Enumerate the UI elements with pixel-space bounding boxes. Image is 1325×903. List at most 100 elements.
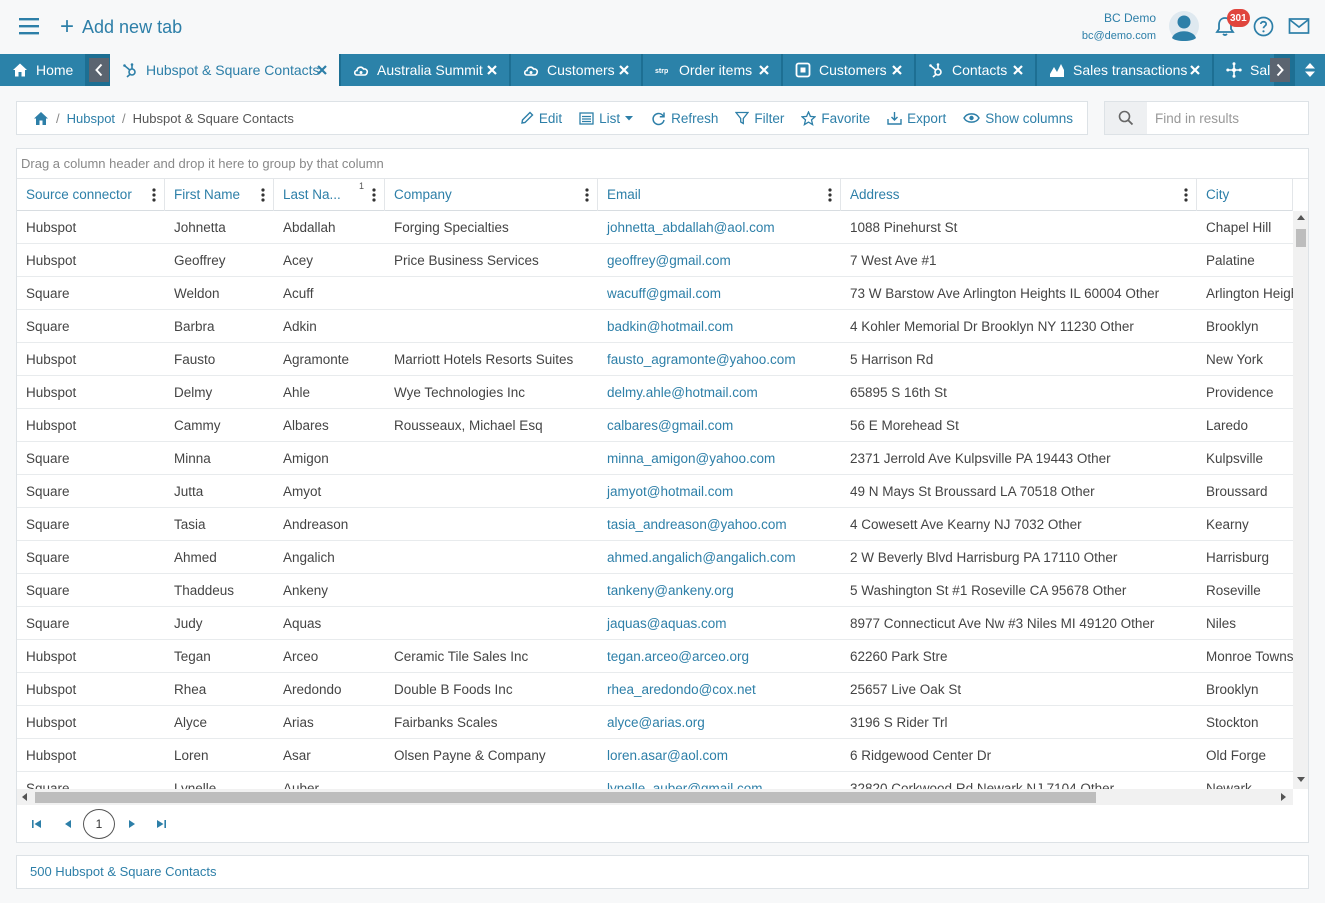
email-link[interactable]: wacuff@gmail.com (598, 277, 841, 310)
list-dropdown-button[interactable]: List (579, 111, 634, 126)
close-icon[interactable] (315, 63, 329, 77)
email-link[interactable]: tegan.arceo@arceo.org (598, 640, 841, 673)
email-link[interactable]: calbares@gmail.com (598, 409, 841, 442)
export-button[interactable]: Export (887, 111, 946, 126)
next-page-icon[interactable] (126, 819, 138, 829)
tab-scroll-right-button[interactable] (1270, 58, 1290, 82)
column-header[interactable]: Company (385, 179, 598, 211)
show-columns-button[interactable]: Show columns (963, 111, 1073, 126)
table-row[interactable]: Hubspot Johnetta Abdallah Forging Specialti… (17, 211, 1293, 244)
column-menu-icon[interactable] (261, 188, 265, 202)
home-icon[interactable] (33, 111, 49, 126)
tab-home[interactable]: Home (0, 54, 85, 86)
mail-icon[interactable] (1288, 17, 1310, 35)
table-row[interactable]: Square Thaddeus Ankeny tankeny@ankeny.org 5 … (17, 574, 1293, 607)
email-link[interactable]: alyce@arias.org (598, 706, 841, 739)
email-link[interactable]: lynelle_auber@gmail.com (598, 772, 841, 789)
scroll-up-arrow-icon[interactable] (1297, 215, 1305, 220)
vertical-scrollbar[interactable] (1293, 211, 1308, 789)
column-menu-icon[interactable] (585, 188, 589, 202)
favorite-button[interactable]: Favorite (801, 110, 870, 126)
tab-customers[interactable]: Customers (511, 54, 641, 86)
email-link[interactable]: fausto_agramonte@yahoo.com (598, 343, 841, 376)
table-row[interactable]: Square Jutta Amyot jamyot@hotmail.com 49 N M… (17, 475, 1293, 508)
breadcrumb-hubspot-link[interactable]: Hubspot (67, 111, 115, 126)
tab-sales-transactions[interactable]: Sales transactions (1037, 54, 1212, 86)
search-button[interactable] (1105, 102, 1147, 134)
tab-contacts[interactable]: Contacts (916, 54, 1035, 86)
previous-page-icon[interactable] (62, 819, 74, 829)
email-link[interactable]: ahmed.angalich@angalich.com (598, 541, 841, 574)
page-number-button[interactable]: 1 (83, 809, 115, 839)
tab-order-items[interactable]: strp Order items (643, 54, 781, 86)
notification-badge[interactable]: 301 (1227, 9, 1250, 27)
help-icon[interactable] (1253, 16, 1274, 37)
tab-scroll-left-button[interactable] (89, 58, 109, 82)
email-link[interactable]: johnetta_abdallah@aol.com (598, 211, 841, 244)
email-link[interactable]: tankeny@ankeny.org (598, 574, 841, 607)
column-menu-icon[interactable] (152, 188, 156, 202)
email-link[interactable]: minna_amigon@yahoo.com (598, 442, 841, 475)
scroll-down-arrow-icon[interactable] (1297, 777, 1305, 782)
email-link[interactable]: badkin@hotmail.com (598, 310, 841, 343)
email-link[interactable]: geoffrey@gmail.com (598, 244, 841, 277)
horizontal-scroll-thumb[interactable] (35, 792, 1096, 803)
email-link[interactable]: loren.asar@aol.com (598, 739, 841, 772)
email-link[interactable]: jamyot@hotmail.com (598, 475, 841, 508)
edit-button[interactable]: Edit (520, 111, 562, 126)
column-header[interactable]: Last Na... 1 (274, 179, 385, 211)
table-row[interactable]: Square Weldon Acuff wacuff@gmail.com 73 W Ba… (17, 277, 1293, 310)
close-icon[interactable] (757, 63, 771, 77)
table-row[interactable]: Hubspot Fausto Agramonte Marriott Hotels Re… (17, 343, 1293, 376)
first-page-icon[interactable] (31, 819, 43, 829)
last-page-icon[interactable] (155, 819, 167, 829)
table-row[interactable]: Hubspot Alyce Arias Fairbanks Scales alyce@a… (17, 706, 1293, 739)
tab-list-menu-button[interactable] (1295, 54, 1325, 86)
column-header[interactable]: Email (598, 179, 841, 211)
search-input[interactable] (1147, 102, 1307, 134)
column-menu-icon[interactable] (1184, 188, 1188, 202)
scroll-right-arrow-icon[interactable] (1281, 793, 1286, 801)
table-row[interactable]: Square Minna Amigon minna_amigon@yahoo.com 2… (17, 442, 1293, 475)
column-header[interactable]: City (1197, 179, 1293, 211)
close-icon[interactable] (1188, 63, 1202, 77)
scroll-left-arrow-icon[interactable] (22, 793, 27, 801)
email-link[interactable]: delmy.ahle@hotmail.com (598, 376, 841, 409)
add-new-tab-button[interactable]: + Add new tab (60, 14, 182, 40)
column-menu-icon[interactable] (372, 188, 376, 202)
refresh-button[interactable]: Refresh (651, 111, 718, 126)
tab-australia-summit[interactable]: Australia Summit (341, 54, 509, 86)
table-row[interactable]: Hubspot Delmy Ahle Wye Technologies Inc delm… (17, 376, 1293, 409)
column-menu-icon[interactable] (828, 188, 832, 202)
column-header[interactable]: Source connector (17, 179, 165, 211)
table-row[interactable]: Hubspot Tegan Arceo Ceramic Tile Sales Inc t… (17, 640, 1293, 673)
horizontal-scrollbar[interactable] (17, 789, 1293, 805)
close-icon[interactable] (617, 63, 631, 77)
table-row[interactable]: Hubspot Rhea Aredondo Double B Foods Inc rhe… (17, 673, 1293, 706)
email-link[interactable]: jaquas@aquas.com (598, 607, 841, 640)
column-header[interactable]: Address (841, 179, 1197, 211)
table-row[interactable]: Square Judy Aquas jaquas@aquas.com 8977 Conn… (17, 607, 1293, 640)
table-row[interactable]: Square Lynelle Auber lynelle_auber@gmail.co… (17, 772, 1293, 789)
table-row[interactable]: Square Barbra Adkin badkin@hotmail.com 4 Koh… (17, 310, 1293, 343)
table-row[interactable]: Square Ahmed Angalich ahmed.angalich@angali… (17, 541, 1293, 574)
table-row[interactable]: Hubspot Cammy Albares Rousseaux, Michael Es… (17, 409, 1293, 442)
table-row[interactable]: Square Tasia Andreason tasia_andreason@yaho… (17, 508, 1293, 541)
tab-hubspot-square-contacts[interactable]: Hubspot & Square Contacts (110, 54, 339, 86)
hamburger-menu-icon[interactable] (18, 16, 40, 36)
close-icon[interactable] (485, 63, 499, 77)
email-link[interactable]: tasia_andreason@yahoo.com (598, 508, 841, 541)
close-icon[interactable] (1011, 63, 1025, 77)
user-info[interactable]: BC Demo bc@demo.com (1082, 11, 1156, 42)
vertical-scroll-thumb[interactable] (1296, 229, 1306, 247)
table-row[interactable]: Hubspot Geoffrey Acey Price Business Servic… (17, 244, 1293, 277)
column-header[interactable]: First Name (165, 179, 274, 211)
avatar[interactable] (1168, 10, 1200, 44)
filter-button[interactable]: Filter (735, 111, 784, 126)
email-link[interactable]: rhea_aredondo@cox.net (598, 673, 841, 706)
group-by-panel[interactable]: Drag a column header and drop it here to… (17, 149, 1308, 179)
close-icon[interactable] (890, 63, 904, 77)
tab-sales-partial[interactable]: Sal (1214, 54, 1274, 86)
table-row[interactable]: Hubspot Loren Asar Olsen Payne & Company lor… (17, 739, 1293, 772)
tab-customers-square[interactable]: Customers (783, 54, 914, 86)
